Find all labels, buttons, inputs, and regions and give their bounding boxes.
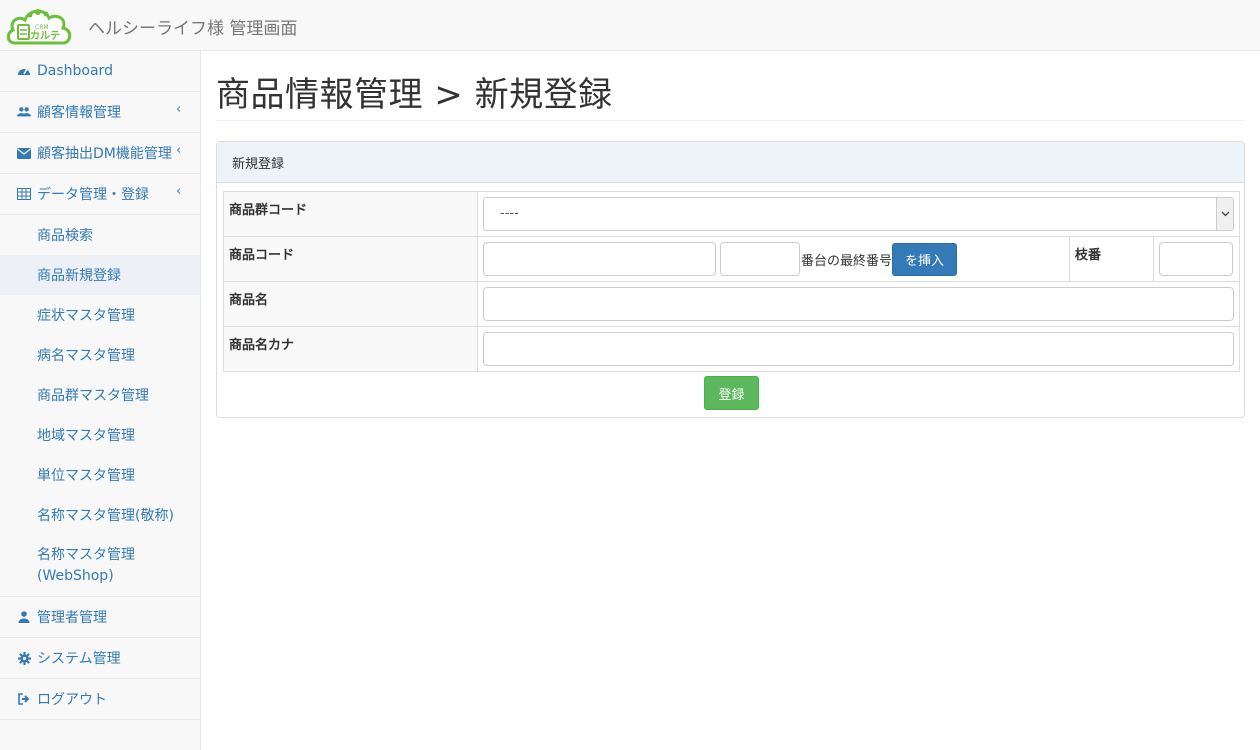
product-group-code-select[interactable]: ---- [483, 197, 1234, 231]
sidebar-subitem-product-group-master[interactable]: 商品群マスタ管理 [0, 375, 200, 415]
new-registration-panel: 新規登録 商品群コード ---- 商品コード 番台の最終番号 を挿入 枝番 商品… [216, 141, 1245, 418]
gear-icon [17, 651, 31, 665]
product-name-label: 商品名 [223, 281, 478, 327]
sidebar-subitem-honorific-master[interactable]: 名称マスタ管理(敬称) [0, 495, 200, 535]
envelope-icon [17, 146, 31, 160]
branch-number-input[interactable] [1159, 242, 1233, 276]
dashboard-icon [17, 64, 31, 78]
sidebar-subitem-disease-master[interactable]: 病名マスタ管理 [0, 335, 200, 375]
sidebar-item-label: 顧客抽出DM機能管理 [37, 146, 172, 162]
chevron-down-icon: ‹ [176, 184, 182, 199]
crm-karte-logo[interactable]: CRM カルテ [5, 3, 75, 48]
top-navbar: CRM カルテ ヘルシーライフ様 管理画面 [0, 0, 1260, 51]
product-code-number-input[interactable] [720, 242, 800, 276]
table-row: 商品名カナ [223, 326, 1240, 372]
insert-button[interactable]: を挿入 [892, 242, 958, 276]
sidebar-item-label: データ管理・登録 [37, 187, 149, 203]
sidebar-subitem-region-master[interactable]: 地域マスタ管理 [0, 415, 200, 455]
table-icon [17, 187, 31, 201]
product-code-input[interactable] [483, 242, 716, 276]
brand-title[interactable]: ヘルシーライフ様 管理画面 [88, 14, 297, 39]
user-icon [17, 610, 31, 624]
chevron-left-icon: ‹ [176, 143, 182, 158]
chevron-left-icon: ‹ [176, 102, 182, 117]
sidebar-item-admin[interactable]: 管理者管理 [0, 597, 200, 638]
sidebar-item-dashboard[interactable]: Dashboard [0, 51, 200, 92]
title-divider [216, 120, 1245, 121]
sidebar-item-label: システム管理 [37, 651, 121, 667]
page-title: 商品情報管理 > 新規登録 [216, 75, 613, 115]
product-name-input[interactable] [483, 287, 1234, 321]
sidebar-subitem-product-new[interactable]: 商品新規登録 [0, 255, 200, 295]
sidebar-item-label: 顧客情報管理 [37, 105, 121, 121]
sidebar-subitem-symptom-master[interactable]: 症状マスタ管理 [0, 295, 200, 335]
sidebar: Dashboard 顧客情報管理 ‹ 顧客抽出DM機能管理 ‹ データ管理・登録… [0, 51, 201, 750]
product-form-table: 商品群コード ---- 商品コード 番台の最終番号 を挿入 枝番 商品名 商品名… [223, 191, 1240, 372]
sidebar-item-customer-dm[interactable]: 顧客抽出DM機能管理 ‹ [0, 133, 200, 174]
sidebar-item-label: ログアウト [37, 692, 107, 708]
table-row: 商品群コード ---- [223, 191, 1240, 237]
product-kana-input[interactable] [483, 332, 1234, 366]
logout-icon [17, 692, 31, 706]
product-kana-label: 商品名カナ [223, 326, 478, 372]
sidebar-item-label: 管理者管理 [37, 610, 107, 626]
branch-number-label: 枝番 [1069, 236, 1154, 282]
product-code-label: 商品コード [223, 236, 478, 282]
users-icon [17, 105, 31, 119]
sidebar-item-customer-info[interactable]: 顧客情報管理 ‹ [0, 92, 200, 133]
product-group-code-value: ---- [500, 206, 519, 221]
sidebar-subitem-product-search[interactable]: 商品検索 [0, 215, 200, 255]
logo-crm-text: CRM [35, 24, 49, 31]
sidebar-item-logout[interactable]: ログアウト [0, 679, 200, 720]
logo-karte-text: カルテ [30, 30, 60, 42]
chevron-down-icon[interactable] [1216, 198, 1233, 230]
sidebar-item-label: Dashboard [37, 63, 113, 79]
sidebar-item-system[interactable]: システム管理 [0, 638, 200, 679]
last-number-note: 番台の最終番号 [801, 253, 893, 269]
register-button[interactable]: 登録 [704, 376, 759, 410]
data-management-submenu: 商品検索 商品新規登録 症状マスタ管理 病名マスタ管理 商品群マスタ管理 地域マ… [0, 215, 200, 597]
panel-heading: 新規登録 [217, 142, 1244, 183]
sidebar-subitem-unit-master[interactable]: 単位マスタ管理 [0, 455, 200, 495]
sidebar-subitem-webshop-master[interactable]: 名称マスタ管理(WebShop) [0, 535, 200, 596]
product-group-code-label: 商品群コード [223, 191, 478, 237]
sidebar-item-data-management[interactable]: データ管理・登録 ‹ [0, 174, 200, 215]
table-row: 商品コード 番台の最終番号 を挿入 枝番 [223, 236, 1240, 282]
table-row: 商品名 [223, 281, 1240, 327]
